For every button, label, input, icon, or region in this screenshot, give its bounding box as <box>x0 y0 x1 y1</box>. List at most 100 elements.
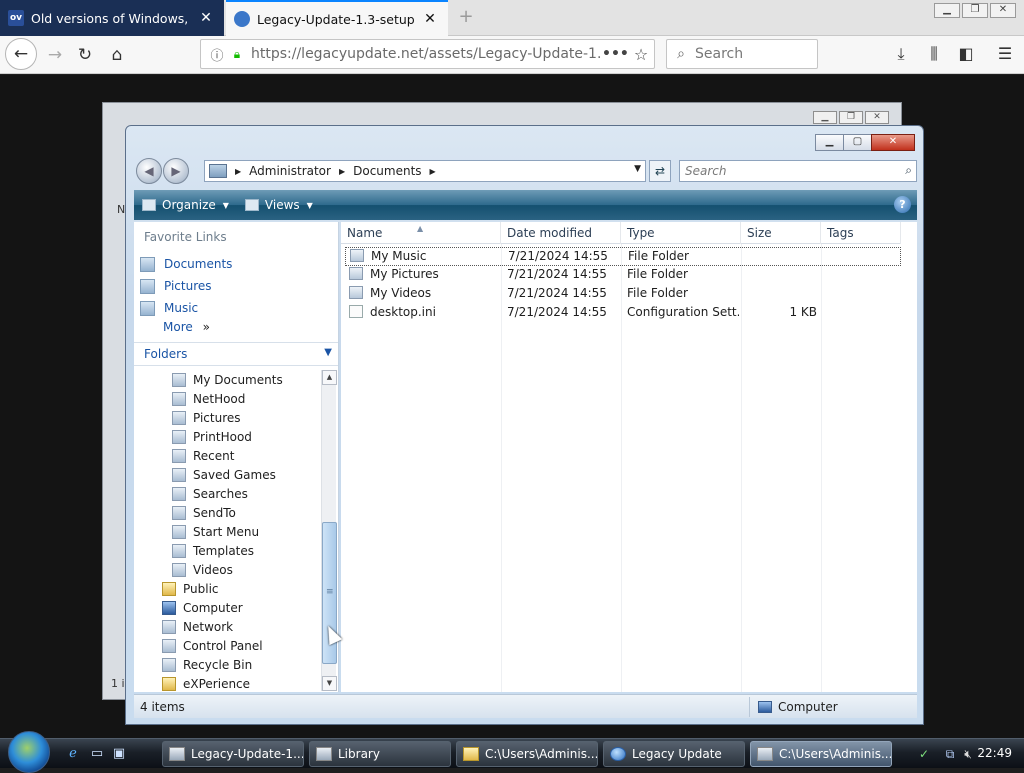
bookmark-star-icon[interactable]: ☆ <box>628 45 654 64</box>
switch-windows-icon[interactable]: ▣ <box>110 745 128 763</box>
chevron-down-icon[interactable]: ▼ <box>634 164 641 174</box>
taskbar-button-label: Library <box>338 747 380 761</box>
column-header-type[interactable]: Type <box>621 222 741 244</box>
page-actions-icon[interactable]: ••• <box>602 46 629 62</box>
close-button[interactable]: ✕ <box>871 134 915 151</box>
volume-muted-icon[interactable]: 🔇︎ <box>960 746 976 762</box>
favorite-link-music[interactable]: Music <box>140 298 198 318</box>
file-row[interactable]: My Music 7/21/2024 14:55 File Folder <box>345 247 901 266</box>
folders-header[interactable]: Folders ▼ <box>134 342 338 366</box>
search-icon[interactable]: ⌕ <box>905 163 912 178</box>
show-desktop-icon[interactable]: ▭ <box>88 745 106 763</box>
file-date-text: 7/21/2024 14:55 <box>507 305 607 319</box>
taskbar: ℯ ▭ ▣ Legacy-Update-1.... Library C:\Users… <box>0 731 1024 773</box>
tree-item[interactable]: PrintHood <box>172 427 252 446</box>
tree-item[interactable]: Templates <box>172 541 254 560</box>
tree-item[interactable]: Start Menu <box>172 522 259 541</box>
tree-item[interactable]: NetHood <box>172 389 245 408</box>
hamburger-menu-icon[interactable]: ☰ <box>994 44 1016 66</box>
library-icon[interactable]: ⫼ <box>923 44 945 66</box>
folder-icon <box>172 486 186 501</box>
tab-legacy-update-setup[interactable]: Legacy-Update-1.3-setup.png ✕ <box>226 0 448 36</box>
forward-arrow-icon[interactable]: ▶ <box>163 158 189 184</box>
help-icon[interactable]: ? <box>894 196 911 213</box>
home-icon[interactable]: ⌂ <box>102 40 132 70</box>
close-button[interactable]: ✕ <box>865 111 889 124</box>
globe-icon <box>610 747 626 761</box>
column-header-date[interactable]: Date modified <box>501 222 621 244</box>
search-icon: ⌕ <box>677 46 685 62</box>
column-header-tags[interactable]: Tags <box>821 222 901 244</box>
column-header-size[interactable]: Size <box>741 222 821 244</box>
tree-item[interactable]: Saved Games <box>172 465 276 484</box>
window-controls: ▁ ❐ ✕ <box>934 3 1016 18</box>
tree-item[interactable]: Recent <box>172 446 234 465</box>
restore-button[interactable]: ❐ <box>962 3 988 18</box>
tree-item[interactable]: Searches <box>172 484 248 503</box>
minimize-button[interactable]: ▁ <box>815 134 844 151</box>
tree-item[interactable]: Computer <box>162 598 243 617</box>
internet-explorer-icon[interactable]: ℯ <box>64 745 82 763</box>
breadcrumb-documents[interactable]: Documents <box>353 164 421 178</box>
tree-item[interactable]: eXPerience <box>162 674 250 693</box>
tab-old-versions[interactable]: ov Old versions of Windows, Mac ✕ <box>0 0 224 36</box>
tree-item-label: Videos <box>193 562 233 577</box>
sidebar-icon[interactable]: ◧ <box>955 44 977 66</box>
scroll-up-arrow-icon[interactable]: ▲ <box>322 370 337 385</box>
tree-item[interactable]: Control Panel <box>162 636 263 655</box>
file-row[interactable]: My Pictures 7/21/2024 14:55 File Folder <box>345 266 901 285</box>
minimize-button[interactable]: ▁ <box>934 3 960 18</box>
info-icon[interactable]: ⓘ <box>205 45 229 64</box>
forward-arrow-icon[interactable]: → <box>40 40 70 70</box>
tree-item[interactable]: Videos <box>172 560 233 579</box>
taskbar-button[interactable]: Legacy Update <box>603 741 745 767</box>
restore-button[interactable]: ❐ <box>839 111 863 124</box>
favorite-link-documents[interactable]: Documents <box>140 254 232 274</box>
back-arrow-icon[interactable]: ◀ <box>136 158 162 184</box>
tree-item[interactable]: Network <box>162 617 233 636</box>
more-links-button[interactable]: More » <box>163 320 210 334</box>
new-tab-button[interactable]: + <box>454 6 478 30</box>
network-icon[interactable]: ⧉ <box>942 746 958 762</box>
chevron-right-icon[interactable]: ▶ <box>430 167 436 176</box>
file-row[interactable]: My Videos 7/21/2024 14:55 File Folder <box>345 285 901 304</box>
reload-icon[interactable]: ↻ <box>70 40 100 70</box>
url-bar[interactable]: ⓘ 🔒︎ https://legacyupdate.net/assets/Leg… <box>200 39 655 69</box>
breadcrumb-administrator[interactable]: Administrator <box>249 164 331 178</box>
start-button[interactable] <box>8 731 50 773</box>
update-icon[interactable]: ✓ <box>916 746 932 762</box>
tree-item[interactable]: Pictures <box>172 408 241 427</box>
close-button[interactable]: ✕ <box>990 3 1016 18</box>
favorite-link-pictures[interactable]: Pictures <box>140 276 212 296</box>
tree-item[interactable]: My Documents <box>172 370 283 389</box>
explorer-search-input[interactable]: Search ⌕ <box>679 160 917 182</box>
close-tab-icon[interactable]: ✕ <box>422 11 438 27</box>
taskbar-button[interactable]: C:\Users\Adminis... <box>750 741 892 767</box>
file-row[interactable]: desktop.ini 7/21/2024 14:55 Configuration … <box>345 304 901 323</box>
column-header-name[interactable]: Name ▲ <box>341 222 501 244</box>
tree-item[interactable]: SendTo <box>172 503 236 522</box>
download-icon[interactable]: ⤓ <box>890 44 912 66</box>
search-input[interactable]: ⌕ Search <box>666 39 818 69</box>
url-text[interactable]: https://legacyupdate.net/assets/Legacy-U… <box>251 46 602 62</box>
close-tab-icon[interactable]: ✕ <box>198 10 214 26</box>
tree-item[interactable]: Recycle Bin <box>162 655 252 674</box>
maximize-button[interactable]: ▢ <box>843 134 872 151</box>
back-arrow-icon[interactable]: ← <box>5 38 37 70</box>
sort-arrow-icon: ▲ <box>417 224 424 233</box>
tab-title: Legacy-Update-1.3-setup.png <box>257 11 416 27</box>
chevron-right-icon[interactable]: ▶ <box>235 167 241 176</box>
clock[interactable]: 22:49 <box>977 746 1012 760</box>
taskbar-button[interactable]: Library <box>309 741 451 767</box>
minimize-button[interactable]: ▁ <box>813 111 837 124</box>
folder-icon <box>172 448 186 463</box>
scroll-down-arrow-icon[interactable]: ▼ <box>322 676 337 691</box>
refresh-icon[interactable]: ⇄ <box>649 160 671 182</box>
taskbar-button[interactable]: Legacy-Update-1.... <box>162 741 304 767</box>
address-bar[interactable]: ▶ Administrator ▶ Documents ▶ ▼ <box>204 160 646 182</box>
chevron-right-icon[interactable]: ▶ <box>339 167 345 176</box>
taskbar-button[interactable]: C:\Users\Adminis... <box>456 741 598 767</box>
tree-item[interactable]: Public <box>162 579 219 598</box>
organize-button[interactable]: Organize ▼ <box>142 198 229 212</box>
views-button[interactable]: Views ▼ <box>244 198 313 212</box>
